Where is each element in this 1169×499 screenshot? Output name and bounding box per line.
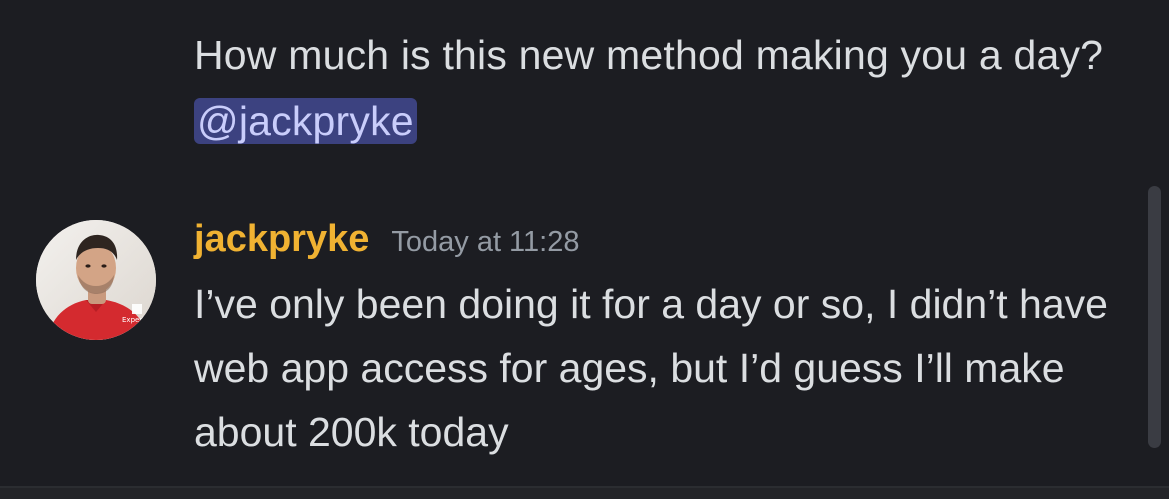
user-avatar[interactable]: Expedi (36, 220, 156, 340)
message-timestamp[interactable]: Today at 11:28 (391, 226, 579, 258)
username[interactable]: jackpryke (194, 218, 369, 260)
bottom-divider (0, 486, 1169, 499)
message-header: jackpryke Today at 11:28 (194, 218, 579, 278)
avatar-badge-text: Expedi (122, 316, 146, 324)
scrollbar-thumb[interactable] (1148, 186, 1161, 448)
chat-message-area: How much is this new method making you a… (0, 0, 1169, 486)
avatar-photo-icon: Expedi (36, 220, 156, 340)
previous-message-text: How much is this new method making you a… (194, 22, 1124, 154)
previous-message-content: How much is this new method making you a… (194, 32, 1104, 78)
message-body: I’ve only been doing it for a day or so,… (194, 281, 1108, 455)
user-mention[interactable]: @jackpryke (194, 98, 417, 144)
